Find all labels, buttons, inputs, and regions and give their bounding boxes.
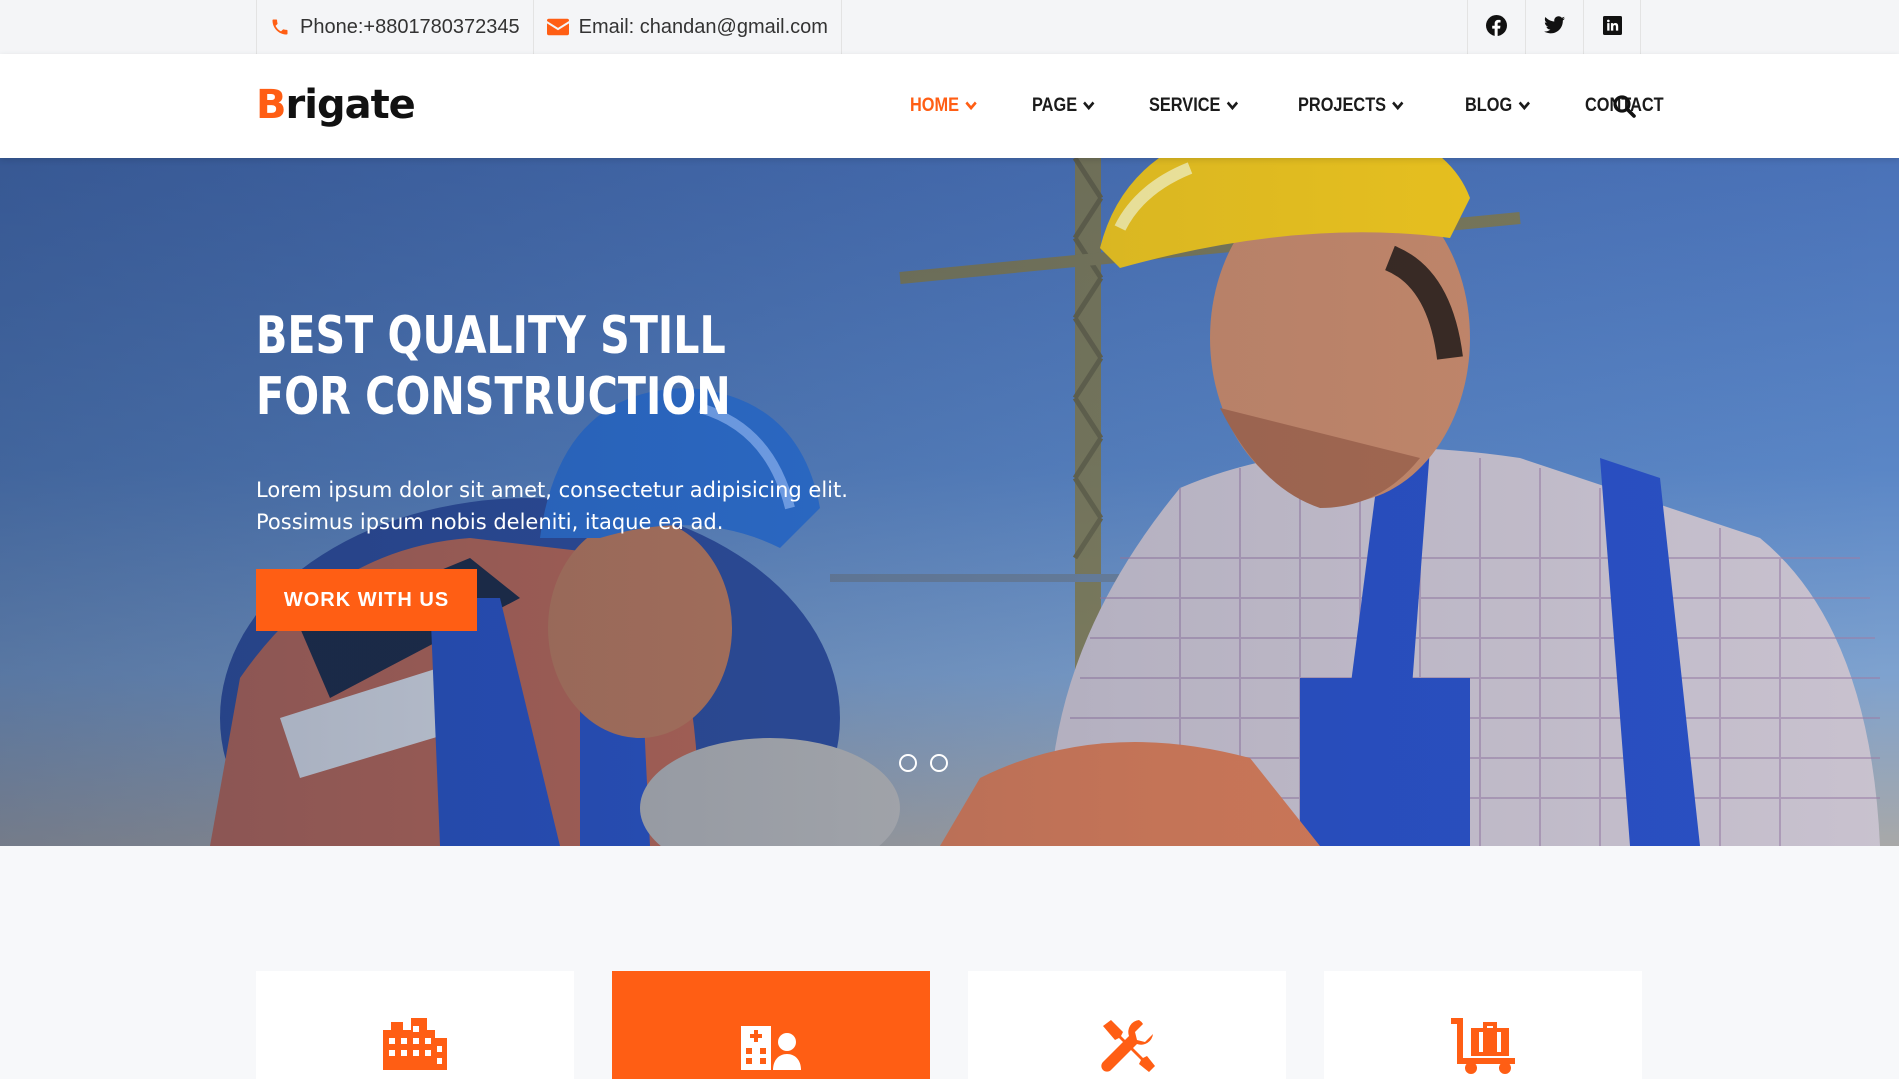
slider-dots	[899, 754, 948, 772]
nav-blog-label: BLOG	[1464, 95, 1513, 116]
logo-accent-letter: B	[256, 82, 286, 128]
nav-blog[interactable]: BLOG	[1465, 95, 1530, 117]
chevron-down-icon	[1083, 101, 1095, 111]
nav-projects[interactable]: PROJECTS	[1298, 95, 1404, 117]
top-bar: Phone:+8801780372345 Email: chandan@gmai…	[0, 0, 1899, 54]
nav-home-label: HOME	[910, 95, 960, 116]
search-button[interactable]	[1612, 94, 1636, 122]
linkedin-icon	[1602, 15, 1622, 39]
phone-icon	[270, 17, 290, 37]
hero-description: Lorem ipsum dolor sit amet, consectetur …	[256, 478, 848, 534]
nav-home[interactable]: HOME	[910, 95, 977, 117]
phone-info[interactable]: Phone:+8801780372345	[256, 0, 533, 54]
work-with-us-button[interactable]: WORK WITH US	[256, 569, 477, 631]
hospital-user-icon	[739, 1018, 803, 1079]
main-nav: HOME PAGE SERVICE PROJECTS BLOG CONTACT	[910, 54, 1720, 158]
chevron-down-icon	[1391, 101, 1404, 111]
nav-service[interactable]: SERVICE	[1149, 95, 1239, 117]
nav-projects-label: PROJECTS	[1297, 95, 1386, 116]
chevron-down-icon	[1227, 101, 1239, 111]
search-icon	[1612, 95, 1636, 122]
envelope-icon	[546, 18, 569, 36]
feature-card[interactable]	[256, 971, 574, 1079]
facebook-icon	[1486, 14, 1507, 40]
social-links	[1467, 0, 1641, 54]
logo-text: rigate	[285, 82, 416, 128]
chevron-down-icon	[1518, 101, 1530, 111]
hero-slider: BEST QUALITY STILL FOR CONSTRUCTION Lore…	[0, 158, 1899, 846]
twitter-link[interactable]	[1525, 0, 1583, 54]
building-icon	[383, 1018, 447, 1079]
nav-service-label: SERVICE	[1149, 95, 1221, 116]
contact-info: Phone:+8801780372345 Email: chandan@gmai…	[256, 0, 842, 54]
email-info[interactable]: Email: chandan@gmail.com	[532, 0, 842, 54]
feature-card[interactable]	[1324, 971, 1642, 1079]
linkedin-link[interactable]	[1583, 0, 1641, 54]
slider-dot[interactable]	[899, 754, 917, 772]
hero-title: BEST QUALITY STILL FOR CONSTRUCTION	[256, 306, 731, 427]
facebook-link[interactable]	[1467, 0, 1525, 54]
phone-text: Phone:+8801780372345	[300, 15, 520, 38]
chevron-down-icon	[965, 101, 977, 111]
main-header: Brigate HOME PAGE SERVICE PROJECTS BLOG …	[0, 54, 1899, 158]
brand-logo[interactable]: Brigate	[256, 82, 416, 128]
slider-dot[interactable]	[930, 754, 948, 772]
tools-icon	[1099, 1018, 1155, 1079]
feature-card[interactable]	[968, 971, 1286, 1079]
nav-page-label: PAGE	[1032, 95, 1078, 116]
email-text: Email: chandan@gmail.com	[578, 15, 828, 38]
nav-page[interactable]: PAGE	[1032, 95, 1095, 117]
feature-cards	[256, 971, 1643, 1079]
feature-card-active[interactable]	[612, 971, 930, 1079]
luggage-cart-icon	[1451, 1018, 1515, 1079]
twitter-icon	[1544, 16, 1565, 38]
